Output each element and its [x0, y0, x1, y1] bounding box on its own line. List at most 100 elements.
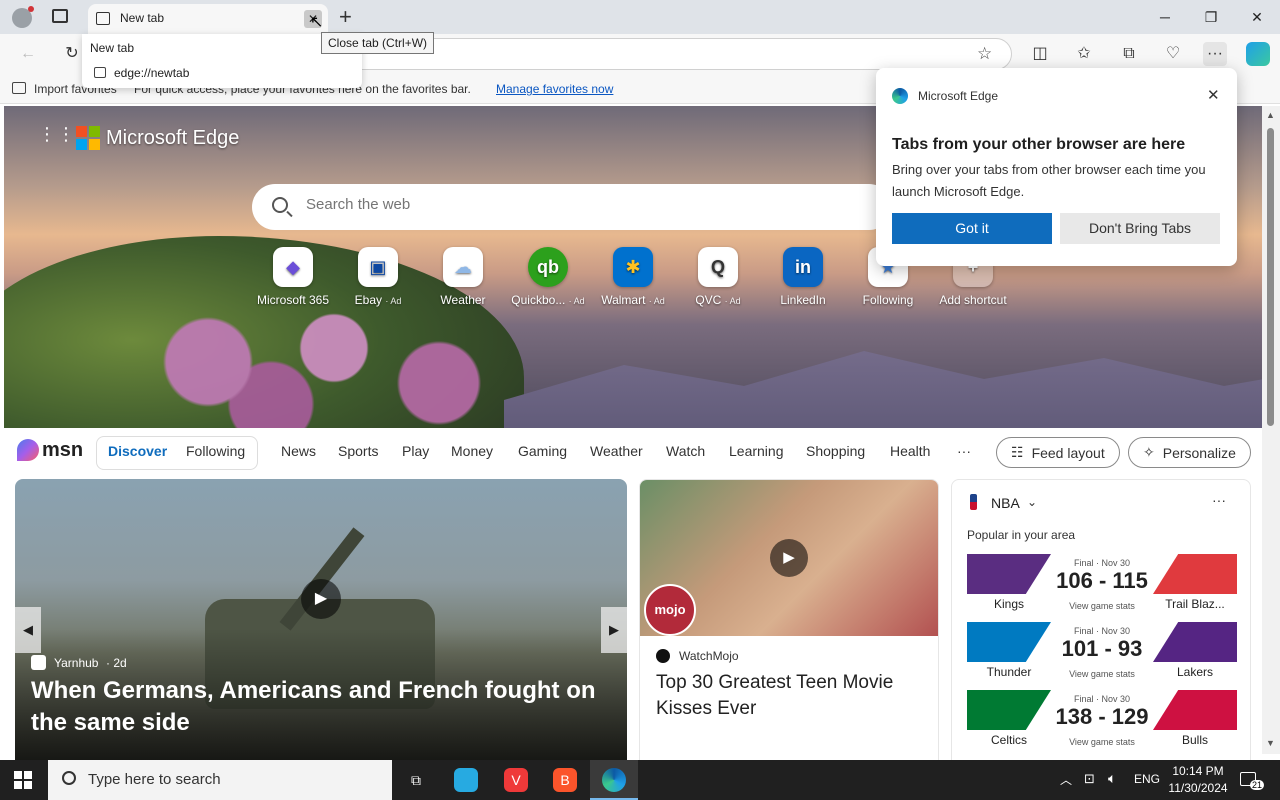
quicklink-qvc[interactable]: Q QVC · Ad	[673, 247, 763, 307]
scroll-thumb[interactable]	[1267, 128, 1274, 426]
more-options-icon[interactable]: ···	[1212, 492, 1226, 508]
manage-favorites-link[interactable]: Manage favorites now	[496, 82, 613, 96]
linkedin-icon: in	[783, 247, 823, 287]
pinned-app-icon[interactable]	[454, 768, 478, 792]
windows-start-icon[interactable]	[14, 771, 32, 789]
card2-title[interactable]: Top 30 Greatest Teen Movie Kisses Ever	[656, 670, 926, 722]
task-view-icon[interactable]: ⧉	[404, 768, 428, 792]
tab-new-tab[interactable]: New tab ✕	[88, 4, 328, 34]
play-icon[interactable]: ▶	[770, 539, 808, 577]
restore-button[interactable]: ❐	[1196, 6, 1226, 28]
taskbar-search-box[interactable]: Type here to search	[48, 760, 392, 800]
kings-logo-icon	[967, 554, 1051, 594]
collections-icon[interactable]: ⧉	[1117, 42, 1141, 66]
clock-time[interactable]: 10:14 PM	[1170, 764, 1226, 778]
sparkle-icon: ✧	[1143, 444, 1155, 460]
app-launcher-icon[interactable]: ⋮⋮⋮	[38, 125, 94, 149]
nba-league[interactable]: NBA	[991, 495, 1020, 511]
nav-shopping[interactable]: Shopping	[806, 443, 865, 459]
view-game-stats-link[interactable]: View game stats	[1047, 601, 1157, 611]
view-game-stats-link[interactable]: View game stats	[1047, 669, 1157, 679]
card1-age: · 2d	[106, 656, 127, 670]
tab-title: New tab	[120, 11, 165, 25]
team-away: Trail Blaz...	[1165, 597, 1225, 611]
brave-icon[interactable]: B	[553, 768, 577, 792]
nav-money[interactable]: Money	[451, 443, 493, 459]
mojo-badge: mojo	[644, 584, 696, 636]
got-it-button[interactable]: Got it	[892, 213, 1052, 244]
quicklink-ebay[interactable]: ▣ Ebay · Ad	[333, 247, 423, 307]
quicklink-linkedin[interactable]: in LinkedIn	[758, 247, 848, 307]
scroll-up-icon[interactable]: ▲	[1266, 110, 1275, 120]
nav-learning[interactable]: Learning	[729, 443, 784, 459]
minimize-button[interactable]: ─	[1150, 6, 1180, 28]
quicklink-walmart[interactable]: ✱ Walmart · Ad	[588, 247, 678, 307]
language-indicator[interactable]: ENG	[1134, 772, 1160, 786]
network-icon[interactable]: ⊡	[1084, 771, 1095, 787]
vivaldi-icon[interactable]: V	[504, 768, 528, 792]
edge-logo-icon	[892, 88, 908, 104]
favorite-star-icon[interactable]: ☆	[977, 44, 992, 64]
search-box[interactable]	[252, 184, 892, 230]
game-score: 101 - 93	[1061, 636, 1143, 661]
carousel-prev-button[interactable]: ◀	[15, 607, 41, 653]
popup-close-icon[interactable]: ✕	[1207, 86, 1220, 104]
view-game-stats-link[interactable]: View game stats	[1047, 737, 1157, 747]
game-row[interactable]: Final · Nov 30 106 - 115 View game stats…	[967, 554, 1237, 614]
browser-essentials-icon[interactable]: ♡	[1161, 42, 1185, 66]
quicklink-microsoft-365[interactable]: ◆ Microsoft 365	[248, 247, 338, 307]
nav-weather[interactable]: Weather	[590, 443, 643, 459]
quicklink-quickbooks[interactable]: qb Quickbo... · Ad	[503, 247, 593, 307]
game-score: 106 - 115	[1056, 568, 1148, 593]
back-icon[interactable]: ←	[16, 42, 40, 66]
newtab-favicon-icon	[94, 67, 106, 78]
nav-play[interactable]: Play	[402, 443, 429, 459]
settings-more-icon[interactable]: ···	[1203, 42, 1227, 66]
volume-icon[interactable]: 🔈︎	[1108, 770, 1116, 787]
page-scrollbar[interactable]: ▲ ▼	[1262, 106, 1280, 754]
microsoft-365-icon: ◆	[273, 247, 313, 287]
copilot-icon[interactable]	[1246, 42, 1270, 66]
favorites-icon[interactable]: ✩	[1072, 42, 1096, 66]
play-icon[interactable]: ▶	[301, 579, 341, 619]
close-window-button[interactable]: ✕	[1242, 6, 1272, 28]
nba-logo-icon	[970, 494, 977, 510]
nav-more[interactable]: ···	[957, 443, 971, 459]
nav-gaming[interactable]: Gaming	[518, 443, 567, 459]
quickbooks-icon: qb	[528, 247, 568, 287]
chevron-down-icon[interactable]: ⌄	[1027, 495, 1037, 509]
card2-source: WatchMojo	[679, 649, 739, 663]
title-bar: New tab ✕ + ─ ❐ ✕	[0, 0, 1280, 34]
nav-watch[interactable]: Watch	[666, 443, 705, 459]
nav-discover[interactable]: Discover	[108, 443, 167, 459]
game-row[interactable]: Final · Nov 30 101 - 93 View game stats …	[967, 622, 1237, 682]
news-card-video[interactable]: mojo ▶ WatchMojo Top 30 Greatest Teen Mo…	[639, 479, 939, 769]
personalize-button[interactable]: ✧ Personalize	[1128, 437, 1251, 468]
search-input[interactable]	[306, 196, 866, 213]
nav-news[interactable]: News	[281, 443, 316, 459]
quicklink-weather[interactable]: ☁ Weather	[418, 247, 508, 307]
clock-date[interactable]: 11/30/2024	[1164, 781, 1232, 795]
popup-title: Tabs from your other browser are here	[892, 136, 1186, 153]
tab-actions-icon[interactable]	[52, 9, 68, 23]
trail-blazers-logo-icon	[1153, 554, 1237, 594]
tray-chevron-icon[interactable]: ︿	[1060, 771, 1072, 788]
search-icon-handle	[286, 210, 293, 218]
close-tab-tooltip: Close tab (Ctrl+W)	[321, 32, 435, 54]
mouse-cursor-icon: ↖	[310, 14, 324, 31]
carousel-next-button[interactable]: ▶	[601, 607, 627, 653]
split-screen-icon[interactable]: ◫	[1028, 42, 1052, 66]
nav-following[interactable]: Following	[186, 443, 245, 459]
dont-bring-tabs-button[interactable]: Don't Bring Tabs	[1060, 213, 1220, 244]
msn-logo: msn	[42, 439, 84, 461]
game-row[interactable]: Final · Nov 30 138 - 129 View game stats…	[967, 690, 1237, 750]
scroll-down-icon[interactable]: ▼	[1266, 738, 1275, 748]
new-tab-button[interactable]: +	[339, 4, 352, 30]
nav-health[interactable]: Health	[890, 443, 930, 459]
nav-sports[interactable]: Sports	[338, 443, 378, 459]
taskbar: Type here to search ⧉ V B ︿ ⊡ 🔈︎ ENG 10:…	[0, 760, 1280, 800]
card1-title[interactable]: When Germans, Americans and French fough…	[31, 675, 621, 739]
news-card-featured[interactable]: ▶ ◀ ▶ Yarnhub · 2d When Germans, America…	[15, 479, 627, 769]
feed-layout-button[interactable]: ☷ Feed layout	[996, 437, 1120, 468]
refresh-icon[interactable]: ↻	[60, 42, 84, 66]
